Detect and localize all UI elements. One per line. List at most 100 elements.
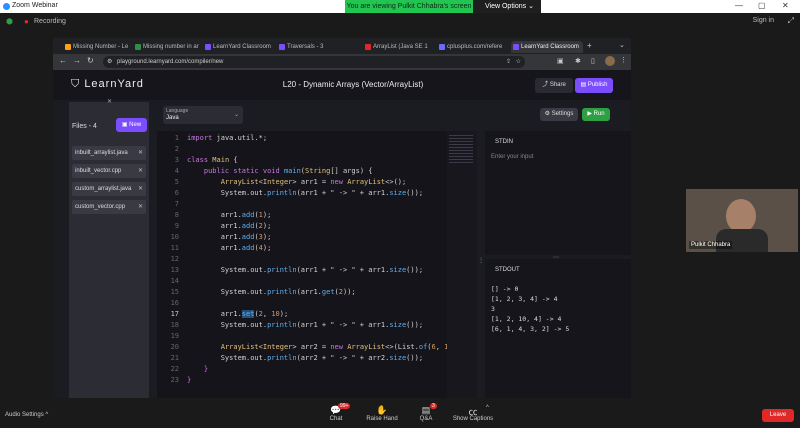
shared-browser-window: Missing Number - Le Missing number in ar… xyxy=(53,38,631,398)
file-item[interactable]: custom_arraylist.java ✕ xyxy=(72,182,146,196)
tab-favicon-icon xyxy=(439,44,445,50)
file-name: custom_vector.cpp xyxy=(75,204,126,210)
tab-search-icon[interactable]: ⌄ xyxy=(619,41,625,49)
record-icon: ● xyxy=(24,17,29,26)
chevron-down-icon: ⌄ xyxy=(233,112,239,118)
browser-tab[interactable]: ArrayList (Java SE 1 xyxy=(363,41,435,53)
code-editor[interactable]: 1 2 3 4 5 6 7 8 9 10 11 12 13 14 15 16 17 18 19 20 21 22 23 im… xyxy=(157,131,453,398)
line-number: 17 xyxy=(170,310,179,318)
browser-tab[interactable]: cplusplus.com/refere xyxy=(437,41,509,53)
language-select[interactable]: Language Java ⌄ xyxy=(163,106,243,124)
site-info-icon[interactable]: ⚙ xyxy=(107,56,112,68)
files-sidebar: ✕ Files - 4 ▣ New inbuilt_arraylist.java… xyxy=(69,99,149,398)
tab-label: ArrayList (Java SE 1 xyxy=(373,44,428,50)
qa-button[interactable]: ▤ 3 Q&A xyxy=(406,403,446,422)
line-number: 22 xyxy=(170,365,179,373)
file-item[interactable]: inbuilt_arraylist.java ✕ xyxy=(72,146,146,160)
chat-button[interactable]: 💬 99+ Chat xyxy=(316,403,356,422)
browser-tab[interactable]: LearnYard Classroom xyxy=(203,41,275,53)
captions-label: Show Captions xyxy=(452,416,494,422)
code-line: } xyxy=(187,376,192,384)
new-file-icon: ▣ xyxy=(121,122,128,128)
close-file-icon[interactable]: ✕ xyxy=(138,146,143,160)
share-banner: You are viewing Pulkit Chhabra's screen xyxy=(345,0,473,13)
code-minimap[interactable] xyxy=(447,131,477,398)
line-number: 8 xyxy=(174,211,179,219)
view-options-button[interactable]: View Options ⌄ xyxy=(473,0,541,13)
learnyard-logo[interactable]: ⛉ LearnYard xyxy=(71,78,144,91)
leave-button[interactable]: Leave xyxy=(762,409,794,422)
collapse-icon[interactable]: ✕ xyxy=(107,98,112,105)
settings-button[interactable]: ⚙ Settings xyxy=(540,108,578,121)
browser-tab-active[interactable]: LearnYard Classroom xyxy=(511,41,583,53)
tab-label: cplusplus.com/refere xyxy=(447,44,503,50)
forward-icon[interactable]: → xyxy=(73,56,81,65)
raise-hand-button[interactable]: ✋ Raise Hand xyxy=(362,405,402,422)
publish-button[interactable]: ▤ Publish xyxy=(575,78,613,93)
speaker-video[interactable]: Pulkit Chhabra xyxy=(686,189,798,252)
close-file-icon[interactable]: ✕ xyxy=(138,182,143,196)
tab-favicon-icon xyxy=(135,44,141,50)
browser-tab[interactable]: Missing number in ar xyxy=(133,41,201,53)
code-line: ArrayList<Integer> arr1 = new ArrayList<… xyxy=(220,178,407,186)
sign-in-button[interactable]: Sign in xyxy=(753,17,774,24)
more-vertical-icon[interactable]: ⋮ xyxy=(620,56,627,64)
line-number: 15 xyxy=(170,288,179,296)
show-captions-button[interactable]: ㏄ Show Captions xyxy=(450,405,496,422)
profile-avatar[interactable] xyxy=(605,56,615,66)
chevron-up-icon[interactable]: ^ xyxy=(486,405,489,411)
bookmark-star-icon[interactable]: ☆ xyxy=(516,56,521,68)
line-number: 13 xyxy=(170,266,179,274)
file-item[interactable]: inbuilt_vector.cpp ✕ xyxy=(72,164,146,178)
share-page-icon[interactable]: ⇪ xyxy=(506,56,511,68)
stdout-output: [] -> 0 [1, 2, 3, 4] -> 4 3 [1, 2, 10, 4… xyxy=(491,285,570,333)
close-file-icon[interactable]: ✕ xyxy=(138,164,143,178)
line-number: 9 xyxy=(174,222,179,230)
chevron-down-icon: ⌄ xyxy=(528,3,534,10)
tab-label: Traversals - 3 xyxy=(287,44,324,50)
close-file-icon[interactable]: ✕ xyxy=(138,200,143,214)
share-icon: ⤴ xyxy=(542,82,549,88)
stdin-title: STDIN xyxy=(495,139,513,145)
line-number: 11 xyxy=(170,244,179,252)
panel-resize-handle[interactable]: ⋮ xyxy=(477,131,485,398)
line-number: 3 xyxy=(174,156,179,164)
file-name: inbuilt_vector.cpp xyxy=(75,168,122,174)
minimap-preview xyxy=(449,135,473,165)
share-button[interactable]: ⤴ Share xyxy=(535,78,573,93)
sidebar-toggle-icon[interactable]: ▯ xyxy=(591,57,595,65)
reload-icon[interactable]: ↻ xyxy=(87,56,94,65)
qa-label: Q&A xyxy=(419,416,433,422)
run-button[interactable]: ▶ Run xyxy=(582,108,610,121)
back-icon[interactable]: ← xyxy=(59,56,67,65)
new-file-button[interactable]: ▣ New xyxy=(116,118,147,132)
code-line: System.out.println(arr1 + " -> " + arr1.… xyxy=(187,189,424,197)
learnyard-app: ⛉ LearnYard L20 - Dynamic Arrays (Vector… xyxy=(53,70,631,398)
zoom-title-bar: Zoom Webinar You are viewing Pulkit Chha… xyxy=(0,0,800,13)
run-label: Run xyxy=(593,111,605,117)
language-value: Java xyxy=(166,115,179,121)
audio-settings-button[interactable]: Audio Settings ^ xyxy=(5,412,48,418)
line-number: 19 xyxy=(170,332,179,340)
stdin-input[interactable]: Enter your input xyxy=(491,154,533,160)
code-line: System.out.println(arr1 + " -> " + arr1.… xyxy=(187,266,424,274)
new-tab-button[interactable]: + xyxy=(587,41,592,50)
file-item[interactable]: custom_vector.cpp ✕ xyxy=(72,200,146,214)
extension-icon[interactable]: ▣ xyxy=(557,57,564,65)
audio-settings-label: Audio Settings xyxy=(5,412,44,418)
fullscreen-icon[interactable]: ⤢ xyxy=(788,16,794,26)
browser-tab[interactable]: Missing Number - Le xyxy=(63,41,131,53)
maximize-icon[interactable]: ▢ xyxy=(758,1,766,10)
code-line: arr1.add(4); xyxy=(187,244,272,252)
close-icon[interactable]: ✕ xyxy=(782,1,789,10)
address-bar[interactable]: ⚙ playground.learnyard.com/compiler/new … xyxy=(103,56,525,68)
line-number: 4 xyxy=(174,167,179,175)
minimize-icon[interactable]: — xyxy=(735,1,743,10)
extensions-puzzle-icon[interactable]: ✱ xyxy=(575,57,581,65)
line-number: 14 xyxy=(170,277,179,285)
code-line: System.out.println(arr2 + " -> " + arr2.… xyxy=(187,354,424,362)
cc-icon: ㏄ xyxy=(468,407,478,417)
browser-tab[interactable]: Traversals - 3 xyxy=(277,41,349,53)
tab-favicon-icon xyxy=(65,44,71,50)
new-label: New xyxy=(129,122,142,128)
